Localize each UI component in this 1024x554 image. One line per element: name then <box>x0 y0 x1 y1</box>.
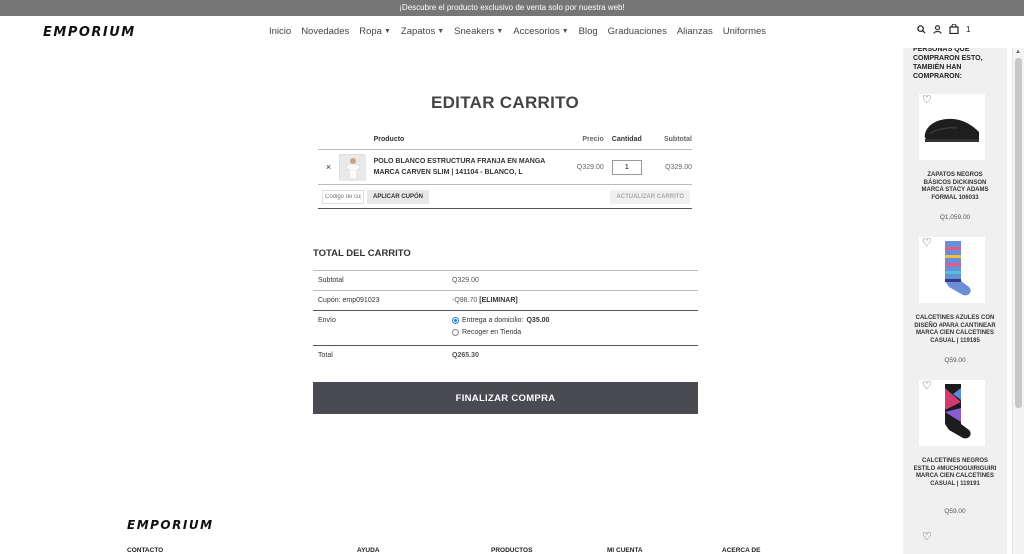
cart-table: Producto Precio Cantidad Subtotal × POLO… <box>318 130 692 209</box>
nav-item-alianzas[interactable]: Alianzas <box>677 26 713 37</box>
totals-total-row: Total Q265.30 <box>318 352 479 359</box>
chevron-down-icon: ▼ <box>561 28 569 35</box>
totals-subtotal-row: Subtotal Q329.00 <box>313 270 698 291</box>
chevron-down-icon: ▼ <box>437 28 445 35</box>
search-icon[interactable] <box>917 24 926 34</box>
chevron-down-icon: ▼ <box>383 28 391 35</box>
product-name[interactable]: CALCETINES AZULES CON DISEÑO #PARA CANTI… <box>913 315 997 345</box>
checkout-button[interactable]: FINALIZAR COMPRA <box>313 382 698 414</box>
radio-unselected[interactable] <box>452 329 459 336</box>
sidebar-title: PERSONAS QUE COMPRARON ESTO, TAMBIÉN HAN… <box>913 48 983 80</box>
apply-coupon-button[interactable]: APLICAR CUPÓN <box>367 189 430 204</box>
nav-item-zapatos[interactable]: Zapatos ▼ <box>401 26 444 37</box>
scrollbar-thumb[interactable] <box>1015 58 1022 408</box>
remove-item-button[interactable]: × <box>318 162 339 172</box>
announcement-text: ¡Descubre el producto exclusivo de venta… <box>399 3 625 12</box>
item-price: Q329.00 <box>576 163 604 171</box>
announcement-bar: ¡Descubre el producto exclusivo de venta… <box>0 0 1024 16</box>
shipping-option-home[interactable]: Entrega a domicilio: Q35.00 <box>452 317 549 324</box>
col-subtotal: Subtotal <box>663 136 692 143</box>
cart-totals: TOTAL DEL CARRITO Subtotal Q329.00 Cupón… <box>313 248 698 365</box>
site-footer: EMPORIUM CONTACTO AYUDA PRODUCTOS MI CUE… <box>0 510 900 554</box>
cart-count[interactable]: 1 <box>966 25 970 34</box>
product-thumbnail[interactable] <box>339 154 367 181</box>
col-qty: Cantidad <box>611 136 642 143</box>
product-name[interactable]: CALCETINES NEGROS ESTILO #MUCHOGUIRIGUIR… <box>913 458 997 488</box>
product-price: Q59.00 <box>944 357 966 364</box>
nav-item-ropa[interactable]: Ropa ▼ <box>359 26 391 37</box>
heart-icon[interactable]: ♡ <box>922 379 932 392</box>
footer-logo[interactable]: EMPORIUM <box>127 518 214 532</box>
header-icons: 1 <box>917 24 970 34</box>
footer-col-acerca: ACERCA DE <box>722 547 761 554</box>
heart-icon[interactable]: ♡ <box>922 93 932 106</box>
bag-icon[interactable] <box>949 24 959 34</box>
scrollbar[interactable]: ▲ <box>1012 48 1024 554</box>
footer-col-ayuda: AYUDA <box>357 547 380 554</box>
totals-coupon-row: Cupón: emp091023 -Q98.70 [ELIMINAR] <box>313 291 698 311</box>
main-nav: Inicio Novedades Ropa ▼ Zapatos ▼ Sneakers… <box>269 26 766 37</box>
nav-item-blog[interactable]: Blog <box>579 26 598 37</box>
product-name-link[interactable]: POLO BLANCO ESTRUCTURA FRANJA EN MANGA M… <box>374 156 566 178</box>
scroll-up-icon[interactable]: ▲ <box>1015 49 1021 55</box>
nav-item-novedades[interactable]: Novedades <box>301 26 349 37</box>
cart-table-header: Producto Precio Cantidad Subtotal <box>318 130 692 150</box>
footer-col-contacto: CONTACTO <box>127 547 164 554</box>
quantity-input[interactable] <box>611 159 642 175</box>
product-name[interactable]: ZAPATOS NEGROS BÁSICOS DICKINSON MARCA S… <box>913 172 997 202</box>
nav-item-inicio[interactable]: Inicio <box>269 26 291 37</box>
user-icon[interactable] <box>933 24 942 34</box>
site-header: EMPORIUM Inicio Novedades Ropa ▼ Zapatos ▼… <box>0 16 1024 48</box>
product-price: Q59.00 <box>944 508 966 515</box>
table-row: × POLO BLANCO ESTRUCTURA FRANJA EN MANGA… <box>318 150 692 185</box>
coupon-form: APLICAR CUPÓN <box>322 189 430 204</box>
update-cart-button[interactable]: ACTUALIZAR CARRITO <box>610 189 690 204</box>
recommendations-sidebar: PERSONAS QUE COMPRARON ESTO, TAMBIÉN HAN… <box>903 48 1007 554</box>
shipping-option-pickup[interactable]: Recoger en Tienda <box>452 329 549 336</box>
footer-col-mi-cuenta: MI CUENTA <box>607 547 643 554</box>
nav-item-accesorios[interactable]: Accesorios ▼ <box>513 26 568 37</box>
item-subtotal: Q329.00 <box>665 163 692 171</box>
product-price: Q1,059.00 <box>939 214 971 221</box>
nav-item-sneakers[interactable]: Sneakers ▼ <box>454 26 503 37</box>
nav-item-graduaciones[interactable]: Graduaciones <box>608 26 667 37</box>
footer-col-productos: PRODUCTOS <box>491 547 533 554</box>
nav-item-uniformes[interactable]: Uniformes <box>723 26 766 37</box>
totals-shipping-row: Envío Entrega a domicilio: Q35.00 Recoger… <box>313 311 698 346</box>
totals-title: TOTAL DEL CARRITO <box>313 248 411 259</box>
chevron-down-icon: ▼ <box>496 28 504 35</box>
heart-icon[interactable]: ♡ <box>922 530 932 543</box>
remove-coupon-link[interactable]: [ELIMINAR] <box>479 297 518 304</box>
col-product: Producto <box>373 136 405 143</box>
heart-icon[interactable]: ♡ <box>922 236 932 249</box>
coupon-input[interactable] <box>322 189 364 204</box>
brand-logo[interactable]: EMPORIUM <box>43 25 136 40</box>
cart-actions: APLICAR CUPÓN ACTUALIZAR CARRITO <box>318 185 692 209</box>
page-title: EDITAR CARRITO <box>430 93 580 112</box>
col-price: Precio <box>582 136 604 143</box>
radio-selected[interactable] <box>452 317 459 324</box>
